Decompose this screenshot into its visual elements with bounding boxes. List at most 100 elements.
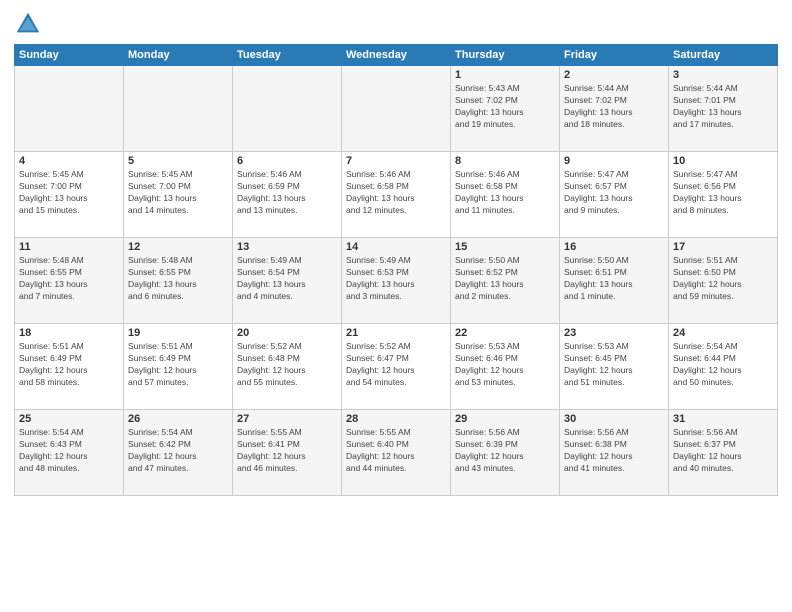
week-row-5: 25 Sunrise: 5:54 AM Sunset: 6:43 PM Dayli…	[15, 410, 778, 496]
day-cell: 26 Sunrise: 5:54 AM Sunset: 6:42 PM Dayli…	[124, 410, 233, 496]
day-number: 4	[19, 155, 119, 167]
day-number: 6	[237, 155, 337, 167]
week-row-4: 18 Sunrise: 5:51 AM Sunset: 6:49 PM Dayli…	[15, 324, 778, 410]
col-header-monday: Monday	[124, 45, 233, 66]
day-cell: 23 Sunrise: 5:53 AM Sunset: 6:45 PM Dayli…	[560, 324, 669, 410]
logo-icon	[14, 10, 42, 38]
day-info: Sunrise: 5:44 AM Sunset: 7:01 PM Dayligh…	[673, 83, 773, 131]
day-info: Sunrise: 5:51 AM Sunset: 6:50 PM Dayligh…	[673, 255, 773, 303]
day-info: Sunrise: 5:47 AM Sunset: 6:56 PM Dayligh…	[673, 169, 773, 217]
day-number: 14	[346, 241, 446, 253]
day-info: Sunrise: 5:53 AM Sunset: 6:45 PM Dayligh…	[564, 341, 664, 389]
day-number: 5	[128, 155, 228, 167]
header	[14, 10, 778, 38]
day-cell: 28Sunrise: 5:55 AM Sunset: 6:40 PM Dayli…	[342, 410, 451, 496]
day-info: Sunrise: 5:50 AM Sunset: 6:51 PM Dayligh…	[564, 255, 664, 303]
day-number: 15	[455, 241, 555, 253]
day-cell: 30 Sunrise: 5:56 AM Sunset: 6:38 PM Dayli…	[560, 410, 669, 496]
day-info: Sunrise: 5:54 AM Sunset: 6:42 PM Dayligh…	[128, 427, 228, 475]
day-number: 28	[346, 413, 446, 425]
day-info: Sunrise: 5:52 AM Sunset: 6:48 PM Dayligh…	[237, 341, 337, 389]
day-cell: 6Sunrise: 5:46 AM Sunset: 6:59 PM Daylig…	[233, 152, 342, 238]
day-number: 18	[19, 327, 119, 339]
day-cell: 21Sunrise: 5:52 AM Sunset: 6:47 PM Dayli…	[342, 324, 451, 410]
day-info: Sunrise: 5:55 AM Sunset: 6:41 PM Dayligh…	[237, 427, 337, 475]
day-cell: 15 Sunrise: 5:50 AM Sunset: 6:52 PM Dayli…	[451, 238, 560, 324]
day-info: Sunrise: 5:49 AM Sunset: 6:54 PM Dayligh…	[237, 255, 337, 303]
day-info: Sunrise: 5:48 AM Sunset: 6:55 PM Dayligh…	[19, 255, 119, 303]
day-cell: 10Sunrise: 5:47 AM Sunset: 6:56 PM Dayli…	[669, 152, 778, 238]
day-info: Sunrise: 5:49 AM Sunset: 6:53 PM Dayligh…	[346, 255, 446, 303]
day-info: Sunrise: 5:46 AM Sunset: 6:58 PM Dayligh…	[455, 169, 555, 217]
day-cell	[15, 66, 124, 152]
week-row-3: 11 Sunrise: 5:48 AM Sunset: 6:55 PM Dayli…	[15, 238, 778, 324]
day-number: 12	[128, 241, 228, 253]
day-cell: 8 Sunrise: 5:46 AM Sunset: 6:58 PM Daylig…	[451, 152, 560, 238]
day-number: 8	[455, 155, 555, 167]
week-row-2: 4 Sunrise: 5:45 AM Sunset: 7:00 PM Daylig…	[15, 152, 778, 238]
day-number: 3	[673, 69, 773, 81]
day-cell: 2 Sunrise: 5:44 AM Sunset: 7:02 PM Daylig…	[560, 66, 669, 152]
day-cell: 25 Sunrise: 5:54 AM Sunset: 6:43 PM Dayli…	[15, 410, 124, 496]
day-info: Sunrise: 5:45 AM Sunset: 7:00 PM Dayligh…	[128, 169, 228, 217]
col-header-tuesday: Tuesday	[233, 45, 342, 66]
day-cell: 12 Sunrise: 5:48 AM Sunset: 6:55 PM Dayli…	[124, 238, 233, 324]
logo	[14, 10, 46, 38]
day-cell: 16Sunrise: 5:50 AM Sunset: 6:51 PM Dayli…	[560, 238, 669, 324]
calendar-table: SundayMondayTuesdayWednesdayThursdayFrid…	[14, 44, 778, 496]
day-info: Sunrise: 5:56 AM Sunset: 6:37 PM Dayligh…	[673, 427, 773, 475]
day-info: Sunrise: 5:48 AM Sunset: 6:55 PM Dayligh…	[128, 255, 228, 303]
day-cell: 20 Sunrise: 5:52 AM Sunset: 6:48 PM Dayli…	[233, 324, 342, 410]
day-number: 23	[564, 327, 664, 339]
day-info: Sunrise: 5:43 AM Sunset: 7:02 PM Dayligh…	[455, 83, 555, 131]
day-info: Sunrise: 5:45 AM Sunset: 7:00 PM Dayligh…	[19, 169, 119, 217]
day-number: 11	[19, 241, 119, 253]
day-cell: 9 Sunrise: 5:47 AM Sunset: 6:57 PM Daylig…	[560, 152, 669, 238]
day-cell: 11 Sunrise: 5:48 AM Sunset: 6:55 PM Dayli…	[15, 238, 124, 324]
day-info: Sunrise: 5:44 AM Sunset: 7:02 PM Dayligh…	[564, 83, 664, 131]
day-cell: 29 Sunrise: 5:56 AM Sunset: 6:39 PM Dayli…	[451, 410, 560, 496]
day-number: 22	[455, 327, 555, 339]
col-header-saturday: Saturday	[669, 45, 778, 66]
day-info: Sunrise: 5:50 AM Sunset: 6:52 PM Dayligh…	[455, 255, 555, 303]
day-number: 2	[564, 69, 664, 81]
col-header-thursday: Thursday	[451, 45, 560, 66]
day-cell	[233, 66, 342, 152]
day-cell: 18Sunrise: 5:51 AM Sunset: 6:49 PM Dayli…	[15, 324, 124, 410]
day-info: Sunrise: 5:53 AM Sunset: 6:46 PM Dayligh…	[455, 341, 555, 389]
col-header-wednesday: Wednesday	[342, 45, 451, 66]
day-number: 1	[455, 69, 555, 81]
day-number: 21	[346, 327, 446, 339]
day-number: 20	[237, 327, 337, 339]
day-cell	[124, 66, 233, 152]
day-info: Sunrise: 5:56 AM Sunset: 6:38 PM Dayligh…	[564, 427, 664, 475]
day-info: Sunrise: 5:54 AM Sunset: 6:44 PM Dayligh…	[673, 341, 773, 389]
day-cell: 1 Sunrise: 5:43 AM Sunset: 7:02 PM Daylig…	[451, 66, 560, 152]
day-info: Sunrise: 5:51 AM Sunset: 6:49 PM Dayligh…	[128, 341, 228, 389]
day-info: Sunrise: 5:56 AM Sunset: 6:39 PM Dayligh…	[455, 427, 555, 475]
day-cell: 27 Sunrise: 5:55 AM Sunset: 6:41 PM Dayli…	[233, 410, 342, 496]
day-number: 31	[673, 413, 773, 425]
header-row: SundayMondayTuesdayWednesdayThursdayFrid…	[15, 45, 778, 66]
day-number: 27	[237, 413, 337, 425]
day-number: 17	[673, 241, 773, 253]
day-info: Sunrise: 5:54 AM Sunset: 6:43 PM Dayligh…	[19, 427, 119, 475]
day-number: 25	[19, 413, 119, 425]
day-info: Sunrise: 5:47 AM Sunset: 6:57 PM Dayligh…	[564, 169, 664, 217]
day-number: 30	[564, 413, 664, 425]
day-cell: 24 Sunrise: 5:54 AM Sunset: 6:44 PM Dayli…	[669, 324, 778, 410]
day-number: 9	[564, 155, 664, 167]
day-number: 24	[673, 327, 773, 339]
day-cell: 13 Sunrise: 5:49 AM Sunset: 6:54 PM Dayli…	[233, 238, 342, 324]
day-number: 19	[128, 327, 228, 339]
day-cell	[342, 66, 451, 152]
day-number: 13	[237, 241, 337, 253]
day-info: Sunrise: 5:46 AM Sunset: 6:58 PM Dayligh…	[346, 169, 446, 217]
col-header-friday: Friday	[560, 45, 669, 66]
day-cell: 7Sunrise: 5:46 AM Sunset: 6:58 PM Daylig…	[342, 152, 451, 238]
day-cell: 14 Sunrise: 5:49 AM Sunset: 6:53 PM Dayli…	[342, 238, 451, 324]
day-number: 26	[128, 413, 228, 425]
week-row-1: 1 Sunrise: 5:43 AM Sunset: 7:02 PM Daylig…	[15, 66, 778, 152]
day-number: 29	[455, 413, 555, 425]
day-cell: 3 Sunrise: 5:44 AM Sunset: 7:01 PM Daylig…	[669, 66, 778, 152]
